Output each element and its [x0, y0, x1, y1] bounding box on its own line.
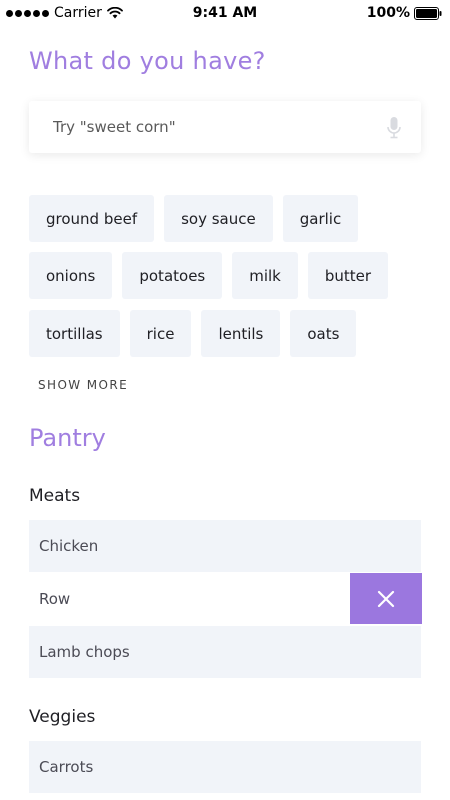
status-left: Carrier: [6, 5, 123, 21]
close-icon: [377, 590, 395, 607]
category-heading-meats: Meats: [29, 486, 81, 506]
ingredient-chip[interactable]: onions: [29, 252, 113, 299]
pantry-item[interactable]: Chicken: [29, 520, 421, 572]
show-more-button[interactable]: SHOW MORE: [38, 378, 128, 392]
search-box: [29, 101, 421, 153]
signal-strength-icon: [6, 9, 49, 17]
ingredient-chip[interactable]: garlic: [282, 195, 359, 242]
pantry-title: Pantry: [29, 424, 106, 452]
suggestion-row: ground beef soy sauce garlic: [29, 195, 359, 242]
suggestion-row: tortillas rice lentils oats: [29, 310, 357, 357]
ingredient-chip[interactable]: rice: [129, 310, 192, 357]
category-heading-veggies: Veggies: [29, 707, 96, 727]
search-input[interactable]: [29, 101, 421, 153]
ingredient-chip[interactable]: lentils: [201, 310, 281, 357]
status-right: 100%: [367, 5, 442, 21]
ingredient-chip[interactable]: soy sauce: [164, 195, 273, 242]
ingredient-chip[interactable]: potatoes: [122, 252, 223, 299]
ingredient-chip[interactable]: milk: [232, 252, 298, 299]
status-bar: Carrier 9:41 AM 100%: [0, 0, 450, 28]
battery-icon: [414, 6, 442, 20]
suggestion-row: onions potatoes milk butter: [29, 252, 389, 299]
ingredient-chip[interactable]: ground beef: [29, 195, 155, 242]
page-title: What do you have?: [29, 47, 266, 75]
microphone-icon[interactable]: [386, 116, 402, 140]
delete-item-button[interactable]: [350, 573, 422, 624]
ingredient-chip[interactable]: tortillas: [29, 310, 120, 357]
ingredient-chip[interactable]: oats: [290, 310, 357, 357]
carrier-name: Carrier: [54, 5, 102, 21]
pantry-item[interactable]: Carrots: [29, 741, 421, 793]
battery-percentage: 100%: [366, 5, 410, 21]
pantry-item[interactable]: Lamb chops: [29, 626, 421, 678]
ingredient-chip[interactable]: butter: [307, 252, 389, 299]
wifi-icon: [106, 7, 123, 19]
